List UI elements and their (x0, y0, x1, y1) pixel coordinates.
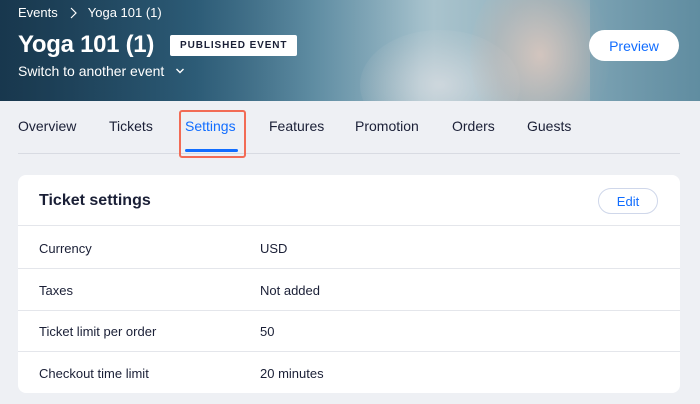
tab-overview[interactable]: Overview (18, 118, 76, 134)
ticket-settings-card: Ticket settings Edit Currency USD Taxes … (18, 175, 680, 393)
settings-row-currency: Currency USD (18, 227, 680, 269)
switch-event-dropdown[interactable]: Switch to another event (18, 63, 186, 79)
settings-row-label: Currency (39, 241, 92, 256)
ticket-settings-header: Ticket settings Edit (18, 175, 680, 226)
status-badge: PUBLISHED EVENT (170, 34, 298, 56)
tab-features[interactable]: Features (269, 118, 324, 134)
settings-row-label: Ticket limit per order (39, 324, 157, 339)
settings-row-taxes: Taxes Not added (18, 269, 680, 311)
tab-tickets[interactable]: Tickets (109, 118, 153, 134)
settings-row-checkout-time: Checkout time limit 20 minutes (18, 352, 680, 393)
settings-row-value: USD (260, 241, 288, 256)
tab-bar: Overview Tickets Settings Features Promo… (0, 101, 700, 154)
breadcrumb-events[interactable]: Events (18, 5, 58, 20)
settings-row-label: Checkout time limit (39, 366, 149, 381)
tab-orders[interactable]: Orders (452, 118, 495, 134)
page-title: Yoga 101 (1) (18, 31, 155, 58)
ticket-settings-title: Ticket settings (39, 192, 151, 209)
preview-button[interactable]: Preview (589, 30, 679, 61)
settings-tab-highlight (179, 110, 246, 158)
settings-row-value: 50 (260, 324, 275, 339)
settings-row-value: Not added (260, 283, 320, 298)
settings-row-value: 20 minutes (260, 366, 324, 381)
settings-row-label: Taxes (39, 283, 73, 298)
tab-divider (18, 153, 680, 154)
edit-button[interactable]: Edit (598, 188, 658, 214)
tab-guests[interactable]: Guests (527, 118, 571, 134)
breadcrumb: Events Yoga 101 (1) (18, 5, 162, 20)
switch-event-label: Switch to another event (18, 63, 165, 79)
tab-promotion[interactable]: Promotion (355, 118, 419, 134)
breadcrumb-current: Yoga 101 (1) (87, 5, 162, 20)
chevron-right-icon (70, 7, 77, 18)
settings-row-ticket-limit: Ticket limit per order 50 (18, 310, 680, 352)
chevron-down-icon (176, 68, 185, 74)
